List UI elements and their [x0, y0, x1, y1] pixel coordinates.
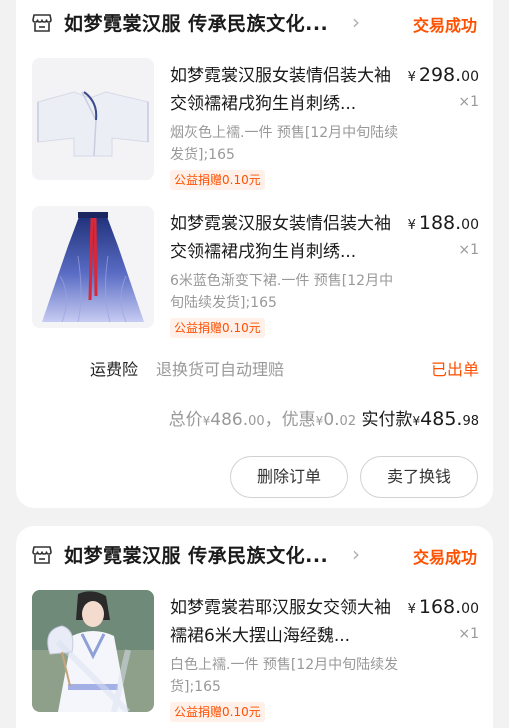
- product-image[interactable]: [32, 206, 154, 328]
- product-title[interactable]: 如梦霓裳汉服女装情侣装大袖交领襦裙戌狗生肖刺绣...: [170, 62, 402, 118]
- paid-label: 实付款: [361, 410, 413, 430]
- product-price: ¥188.00: [408, 212, 479, 234]
- charity-badge: 公益捐赠0.10元: [170, 170, 265, 190]
- insurance-status: 已出单: [430, 360, 479, 379]
- discount-label: 优惠: [281, 410, 316, 430]
- currency-symbol: ¥: [412, 414, 421, 428]
- discount-amount: 0.: [323, 410, 340, 430]
- total-cents: 00: [248, 414, 265, 429]
- shop-name[interactable]: 如梦霓裳汉服 传承民族文化...: [64, 9, 328, 36]
- product-title[interactable]: 如梦霓裳汉服女装情侣装大袖交领襦裙戌狗生肖刺绣...: [170, 210, 402, 266]
- discount-cents: 02: [339, 414, 357, 429]
- order-status: 交易成功: [412, 16, 477, 35]
- product-spec: 烟灰色上襦.一件 预售[12月中旬陆续发货];165: [170, 125, 399, 163]
- product-price: ¥168.00: [408, 596, 479, 618]
- product-price: ¥298.00: [408, 64, 479, 86]
- product-spec: 白色上襦.一件 预售[12月中旬陆续发货];165: [170, 657, 399, 695]
- order-card[interactable]: 如梦霓裳汉服 传承民族文化... › 交易成功 如梦霓裳汉服女装情侣装大袖交领襦…: [16, 0, 493, 508]
- order-item[interactable]: 如梦霓裳若耶汉服女交领大袖襦裙6米大摆山海经魏... ¥168.00 ×1 白色…: [16, 590, 493, 728]
- shipping-insurance-row[interactable]: 运费险 退换货可自动理赔 已出单: [16, 356, 493, 380]
- paid-amount: 485.: [420, 408, 463, 430]
- product-spec: 6米蓝色渐变下裙.一件 预售[12月中旬陆续发货];165: [170, 273, 394, 311]
- chevron-right-icon[interactable]: ›: [352, 10, 360, 34]
- charity-badge: 公益捐赠0.10元: [170, 318, 265, 338]
- price-cents: 00: [461, 217, 479, 233]
- total-amount: 486.: [210, 410, 249, 430]
- price-main: 168.: [418, 596, 462, 618]
- product-quantity: ×1: [458, 94, 479, 110]
- separator: ，: [264, 410, 282, 430]
- insurance-description: 退换货可自动理赔: [156, 360, 285, 379]
- order-status: 交易成功: [412, 548, 477, 567]
- charity-badge: 公益捐赠0.10元: [170, 702, 265, 722]
- shop-header[interactable]: 如梦霓裳汉服 传承民族文化... › 交易成功: [16, 3, 493, 43]
- currency-symbol: ¥: [407, 602, 416, 617]
- sell-item-button[interactable]: 卖了换钱: [360, 456, 478, 498]
- product-quantity: ×1: [458, 626, 479, 642]
- price-main: 298.: [418, 64, 462, 86]
- product-image[interactable]: [32, 58, 154, 180]
- order-card[interactable]: 如梦霓裳汉服 传承民族文化... › 交易成功 如梦霓裳若耶汉服女交领大袖襦裙6…: [16, 526, 493, 728]
- product-image[interactable]: [32, 590, 154, 712]
- shop-header[interactable]: 如梦霓裳汉服 传承民族文化... › 交易成功: [16, 535, 493, 575]
- paid-cents: 98: [462, 414, 479, 429]
- order-total: 总价¥486.00，优惠¥0.02 实付款¥485.98: [169, 405, 479, 430]
- currency-symbol: ¥: [407, 70, 416, 85]
- shop-name[interactable]: 如梦霓裳汉服 传承民族文化...: [64, 541, 328, 568]
- price-cents: 00: [461, 601, 479, 617]
- currency-symbol: ¥: [407, 218, 416, 233]
- store-icon: [32, 546, 52, 564]
- order-item[interactable]: 如梦霓裳汉服女装情侣装大袖交领襦裙戌狗生肖刺绣... ¥298.00 ×1 烟灰…: [16, 58, 493, 198]
- chevron-right-icon[interactable]: ›: [352, 542, 360, 566]
- price-main: 188.: [418, 212, 462, 234]
- price-cents: 00: [461, 69, 479, 85]
- order-item[interactable]: 如梦霓裳汉服女装情侣装大袖交领襦裙戌狗生肖刺绣... ¥188.00 ×1 6米…: [16, 206, 493, 346]
- product-quantity: ×1: [458, 242, 479, 258]
- store-icon: [32, 14, 52, 32]
- insurance-label: 运费险: [90, 360, 139, 379]
- product-title[interactable]: 如梦霓裳若耶汉服女交领大袖襦裙6米大摆山海经魏...: [170, 594, 402, 650]
- delete-order-button[interactable]: 删除订单: [230, 456, 348, 498]
- total-label: 总价: [168, 410, 203, 430]
